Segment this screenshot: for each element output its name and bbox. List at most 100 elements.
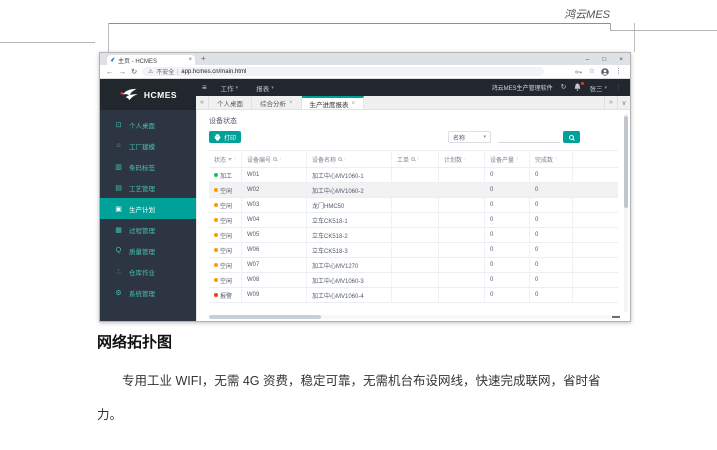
- frame-line-right: [634, 23, 635, 52]
- col-name[interactable]: 设备名称↕: [307, 151, 392, 167]
- browser-addressbar: ← → ↻ ⚠ 不安全 app.hcmes.cn/main.html ☆ ⋮: [100, 65, 630, 79]
- app-more-icon[interactable]: ⋮: [615, 84, 622, 91]
- sidebar-item-label: 质量管理: [129, 246, 155, 256]
- sidebar-item-barcode[interactable]: ▥ 条码标签: [100, 156, 196, 177]
- url-bar[interactable]: ⚠ 不安全 app.hcmes.cn/main.html: [142, 67, 544, 76]
- cell-plan: [439, 213, 485, 227]
- cell-done: 0: [530, 198, 573, 212]
- hamburger-menu-icon[interactable]: ≡: [202, 83, 207, 92]
- search-button[interactable]: [563, 131, 580, 143]
- new-tab-button[interactable]: +: [201, 55, 206, 63]
- col-empty: [573, 151, 618, 167]
- forward-icon[interactable]: →: [119, 68, 127, 76]
- sidebar-item-production-plan[interactable]: ▣生产计划: [100, 198, 196, 219]
- cell-code: W06: [242, 243, 307, 257]
- cell-done: 0: [530, 243, 573, 257]
- cell-output: 0: [485, 198, 530, 212]
- bookmark-star-icon[interactable]: ☆: [589, 68, 595, 75]
- sidebar-item-warehouse[interactable]: ∴ 仓库作业: [100, 261, 196, 282]
- nav-item-report[interactable]: 报表 ▾: [256, 83, 274, 93]
- browser-menu-icon[interactable]: ⋮: [615, 68, 622, 75]
- not-secure-label: 不安全: [156, 67, 174, 76]
- tab-production-report[interactable]: 生产进度报表 ×: [302, 96, 365, 109]
- column-search-icon[interactable]: [273, 157, 277, 161]
- tab-close-icon[interactable]: ×: [188, 57, 192, 63]
- cell-plan: [439, 168, 485, 182]
- nav-item-work[interactable]: 工作 ▾: [221, 83, 239, 93]
- column-search-icon[interactable]: [338, 157, 342, 161]
- col-done[interactable]: 完成数↕: [530, 151, 573, 167]
- table-row[interactable]: 报警 W09 加工中心MV1060-4 0 0: [209, 288, 618, 303]
- sidebar-item-quality[interactable]: Q质量管理: [100, 240, 196, 261]
- sidebar-item-label: 个人桌面: [129, 120, 155, 130]
- table-row[interactable]: 空闲 W02 加工中心MV1060-2 0 0: [209, 183, 618, 198]
- tabs-collapse-icon[interactable]: «: [196, 96, 209, 109]
- sidebar-item-craft[interactable]: ▤工艺管理: [100, 177, 196, 198]
- tab-analysis[interactable]: 综合分析 ×: [252, 96, 302, 109]
- vertical-scrollbar-thumb[interactable]: [624, 116, 628, 208]
- filter-funnel-icon[interactable]: [228, 158, 232, 161]
- status-label: 空闲: [220, 186, 232, 195]
- status-label: 报警: [220, 291, 232, 300]
- table-row[interactable]: 空闲 W08 加工中心MV1060-3 0 0: [209, 273, 618, 288]
- mes-app: ≡ 工作 ▾ 报表 ▾ 鸿云MES生产管理软件 ↻: [100, 79, 630, 321]
- window-maximize-button[interactable]: □: [602, 56, 606, 63]
- notification-bell-icon[interactable]: [574, 83, 581, 93]
- table-row[interactable]: 空闲 W04 立车CK518-1 0 0: [209, 213, 618, 228]
- table-row[interactable]: 空闲 W05 立车CK518-2 0 0: [209, 228, 618, 243]
- print-button[interactable]: 打印: [209, 131, 241, 143]
- sidebar-item-process[interactable]: ▦过程管理: [100, 219, 196, 240]
- sidebar-item-label: 条码标签: [129, 162, 155, 172]
- sort-icon[interactable]: ↕: [464, 156, 467, 162]
- horizontal-scrollbar-thumb[interactable]: [209, 315, 321, 319]
- table-row[interactable]: 空闲 W03 龙门HMC50 0 0: [209, 198, 618, 213]
- sort-icon[interactable]: ↕: [234, 156, 237, 162]
- sidebar-item-system[interactable]: ⚙系统管理: [100, 282, 196, 303]
- sidebar-item-label: 仓库作业: [129, 267, 155, 277]
- window-close-button[interactable]: ×: [619, 56, 623, 63]
- horizontal-scrollbar[interactable]: [209, 315, 620, 319]
- col-output[interactable]: 设备产量↕: [485, 151, 530, 167]
- cell-output: 0: [485, 183, 530, 197]
- tab-personal-desktop[interactable]: 个人桌面: [209, 96, 252, 109]
- col-code[interactable]: 设备编号↕: [242, 151, 307, 167]
- cell-code: W01: [242, 168, 307, 182]
- tabs-dropdown-icon[interactable]: ∨: [617, 96, 630, 109]
- table-row[interactable]: 加工 W01 加工中心MV1060-1 0 0: [209, 168, 618, 183]
- tabs-expand-icon[interactable]: »: [604, 96, 617, 109]
- sort-icon[interactable]: ↕: [417, 156, 420, 162]
- table-row[interactable]: 空闲 W06 立车CK518-3 0 0: [209, 243, 618, 258]
- col-status[interactable]: 状态↕: [209, 151, 242, 167]
- browser-tab[interactable]: 主页 - HCMES ×: [107, 55, 195, 65]
- sort-icon[interactable]: ↕: [516, 156, 519, 162]
- profile-avatar-icon[interactable]: [601, 68, 609, 76]
- filter-field-select[interactable]: 名称 ▾: [448, 131, 491, 143]
- url-text: app.hcmes.cn/main.html: [181, 69, 246, 75]
- sidebar-item-factory-model[interactable]: ⌂工厂建模: [100, 135, 196, 156]
- search-input[interactable]: [498, 132, 560, 143]
- back-icon[interactable]: ←: [106, 68, 114, 76]
- password-key-icon[interactable]: [575, 69, 583, 75]
- reload-icon[interactable]: ↻: [131, 68, 137, 76]
- tab-close-icon[interactable]: ×: [352, 101, 356, 107]
- warehouse-icon: ∴: [114, 268, 123, 276]
- sidebar-item-desktop[interactable]: ⊡个人桌面: [100, 114, 196, 135]
- column-search-icon[interactable]: [411, 157, 415, 161]
- document-page: 鸿云MES 主页 - HCMES × + – □ × ← → ↻ ⚠ 不安: [0, 0, 717, 450]
- cell-done: 0: [530, 288, 573, 302]
- col-order[interactable]: 工单↕: [392, 151, 439, 167]
- table-row[interactable]: 空闲 W07 加工中心MV1270 0 0: [209, 258, 618, 273]
- vertical-scrollbar[interactable]: [624, 114, 628, 312]
- col-plan[interactable]: 计划数↕: [439, 151, 485, 167]
- tab-close-icon[interactable]: ×: [289, 100, 293, 106]
- chevron-down-icon: ▾: [271, 85, 274, 91]
- sort-icon[interactable]: ↕: [344, 156, 347, 162]
- sidebar-item-label: 系统管理: [129, 288, 155, 298]
- refresh-icon[interactable]: ↻: [561, 84, 567, 91]
- sort-icon[interactable]: ↕: [555, 156, 558, 162]
- sort-icon[interactable]: ↕: [279, 156, 282, 162]
- user-menu[interactable]: 张三 ▾: [589, 83, 607, 93]
- barcode-icon: ▥: [114, 163, 123, 171]
- window-minimize-button[interactable]: –: [586, 56, 590, 63]
- cell-name: 立车CK518-2: [307, 228, 392, 242]
